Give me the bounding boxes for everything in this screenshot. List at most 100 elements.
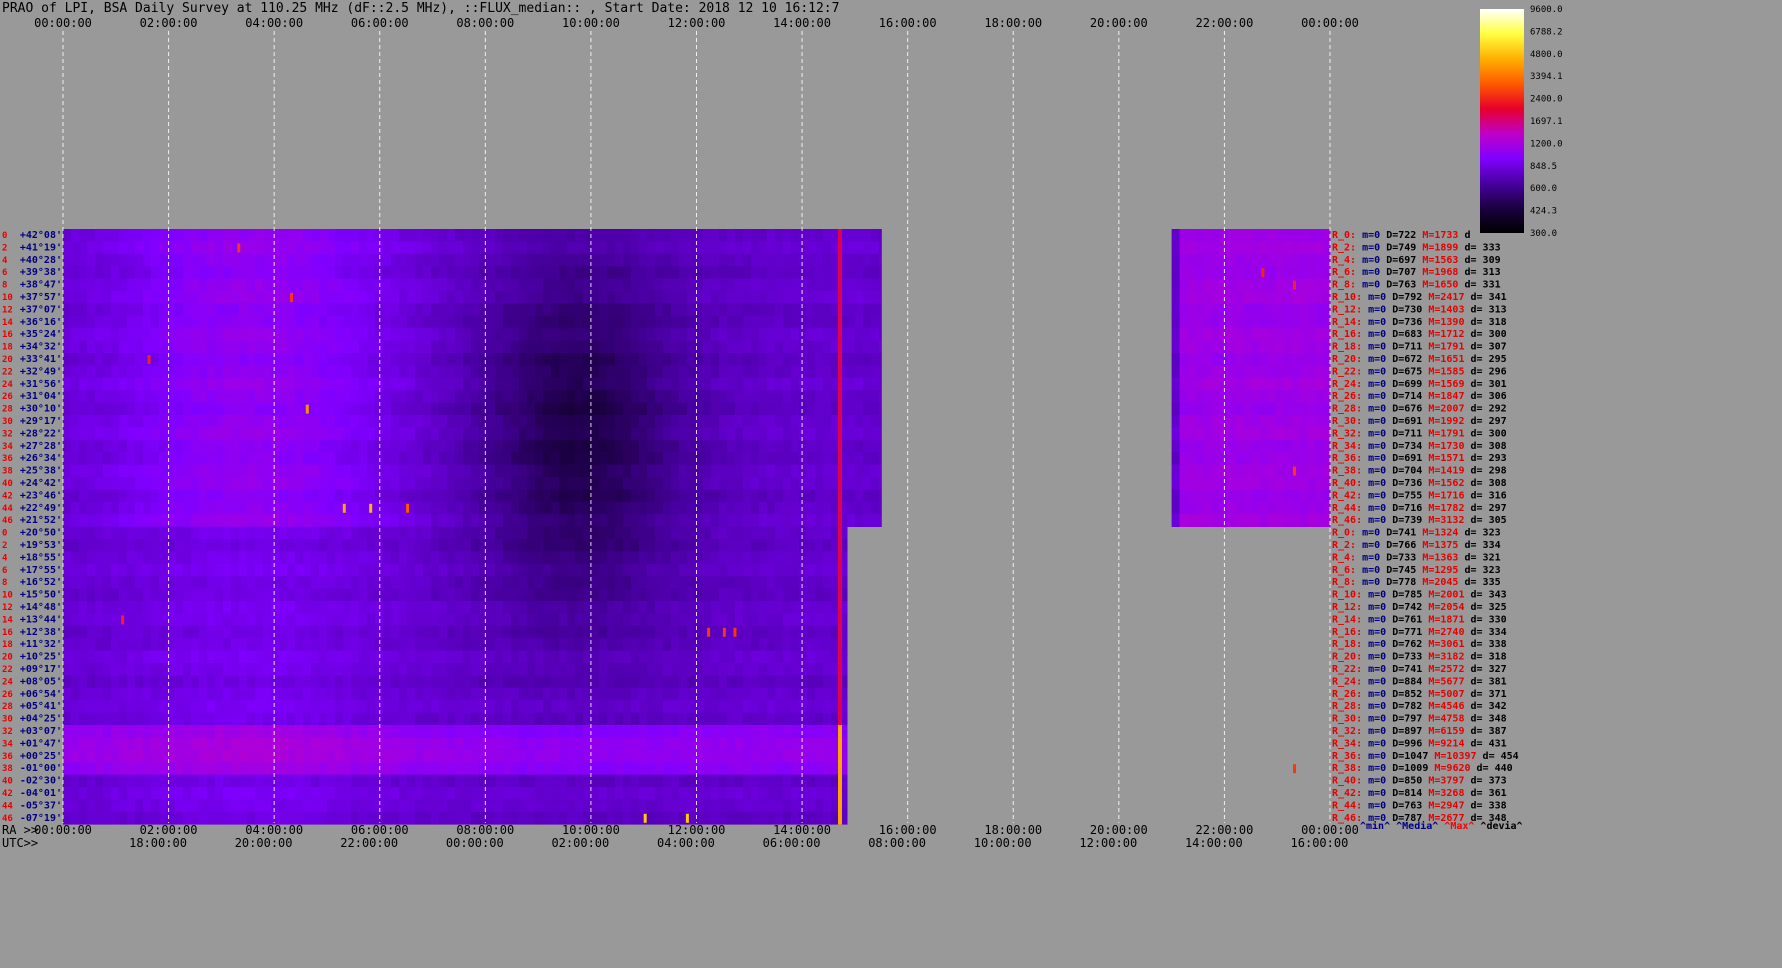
heatmap-cell <box>791 514 800 527</box>
heatmap-cell <box>215 625 224 639</box>
heatmap-cell <box>495 464 504 478</box>
heatmap-cell <box>671 625 680 639</box>
heatmap-cell <box>183 328 192 341</box>
heatmap-cell <box>311 650 320 664</box>
heatmap-cell <box>175 477 184 490</box>
heatmap-cell <box>727 377 736 391</box>
heatmap-cell <box>447 787 456 800</box>
heatmap-cell <box>327 390 336 403</box>
heatmap-cell <box>183 576 192 589</box>
heatmap-cell <box>135 687 144 701</box>
heatmap-cell <box>559 489 568 503</box>
heatmap-cell <box>63 303 72 317</box>
heatmap-cell <box>351 315 360 329</box>
heatmap-cell <box>151 613 160 627</box>
heatmap-cell <box>383 229 392 242</box>
heatmap-cell <box>551 700 560 713</box>
heatmap-cell <box>311 315 320 329</box>
heatmap-cell <box>327 638 336 651</box>
heatmap-cell <box>391 439 400 453</box>
heatmap-cell <box>751 353 760 366</box>
heatmap-cell <box>135 427 144 441</box>
heatmap-cell <box>631 501 640 515</box>
heatmap-cell <box>615 328 624 341</box>
heatmap-cell <box>391 427 400 441</box>
heatmap-cell <box>247 749 256 763</box>
heatmap-cell <box>743 452 752 465</box>
heatmap-cell <box>79 687 88 701</box>
heatmap-cell <box>287 774 296 788</box>
heatmap-cell <box>455 588 464 602</box>
heatmap-cell <box>407 787 416 800</box>
heatmap-cell <box>775 762 784 775</box>
heatmap-cell <box>199 650 208 664</box>
heatmap-cell <box>631 489 640 503</box>
heatmap-cell <box>807 427 816 441</box>
heatmap-cell <box>879 514 882 527</box>
heatmap-cell <box>191 501 200 515</box>
heatmap-cell <box>495 501 504 515</box>
heatmap-cell <box>615 638 624 651</box>
heatmap-cell <box>399 452 408 465</box>
heatmap-cell <box>823 278 832 292</box>
heatmap-cell <box>615 291 624 304</box>
heatmap-cell <box>519 229 528 242</box>
heatmap-cell <box>319 402 328 416</box>
heatmap-cell <box>143 526 152 540</box>
heatmap-cell <box>151 663 160 676</box>
heatmap-cell <box>527 315 536 329</box>
heatmap-cell <box>471 601 480 614</box>
heatmap-cell <box>407 774 416 788</box>
heatmap-cell <box>1211 266 1221 279</box>
heatmap-cell <box>191 278 200 292</box>
heatmap-cell <box>191 650 200 664</box>
heatmap-cell <box>423 266 432 279</box>
heatmap-cell <box>199 489 208 503</box>
heatmap-cell <box>471 402 480 416</box>
heatmap-cell <box>759 340 768 354</box>
heatmap-cell <box>215 799 224 813</box>
heatmap-cell <box>407 229 416 242</box>
heatmap-cell <box>575 725 584 738</box>
heatmap-cell <box>119 303 128 317</box>
heatmap-cell <box>303 340 312 354</box>
heatmap-cell <box>255 638 264 651</box>
heatmap-cell <box>471 501 480 515</box>
heatmap-cell <box>71 700 80 713</box>
heatmap-cell <box>471 452 480 465</box>
heatmap-cell <box>687 278 696 292</box>
heatmap-cell <box>807 253 816 267</box>
heatmap-cell <box>759 291 768 304</box>
heatmap-cell <box>391 266 400 279</box>
heatmap-cell <box>791 687 800 701</box>
heatmap-cell <box>639 774 648 788</box>
heatmap-cell <box>751 625 760 639</box>
heatmap-cell <box>879 303 882 317</box>
heatmap-cell <box>455 601 464 614</box>
heatmap-cell <box>431 439 440 453</box>
heatmap-cell <box>1235 315 1245 329</box>
heatmap-cell <box>543 303 552 317</box>
heatmap-cell <box>303 303 312 317</box>
heatmap-cell <box>63 315 72 329</box>
heatmap-cell <box>1227 303 1237 317</box>
heatmap-cell <box>607 675 616 689</box>
heatmap-cell <box>399 229 408 242</box>
heatmap-cell <box>751 402 760 416</box>
heatmap-cell <box>527 365 536 379</box>
heatmap-cell <box>351 539 360 552</box>
heatmap-cell <box>679 489 688 503</box>
heatmap-cell <box>751 390 760 403</box>
heatmap-cell <box>303 811 312 825</box>
heatmap-cell <box>319 588 328 602</box>
heatmap-cell <box>663 539 672 552</box>
heatmap-cell <box>383 266 392 279</box>
heatmap-cell <box>423 625 432 639</box>
heatmap-cell <box>623 377 632 391</box>
heatmap-cell <box>111 526 120 540</box>
heatmap-cell <box>135 229 144 242</box>
heatmap-cell <box>95 241 104 255</box>
heatmap-cell <box>1315 291 1325 304</box>
heatmap-cell <box>231 315 240 329</box>
heatmap-cell <box>503 712 512 726</box>
